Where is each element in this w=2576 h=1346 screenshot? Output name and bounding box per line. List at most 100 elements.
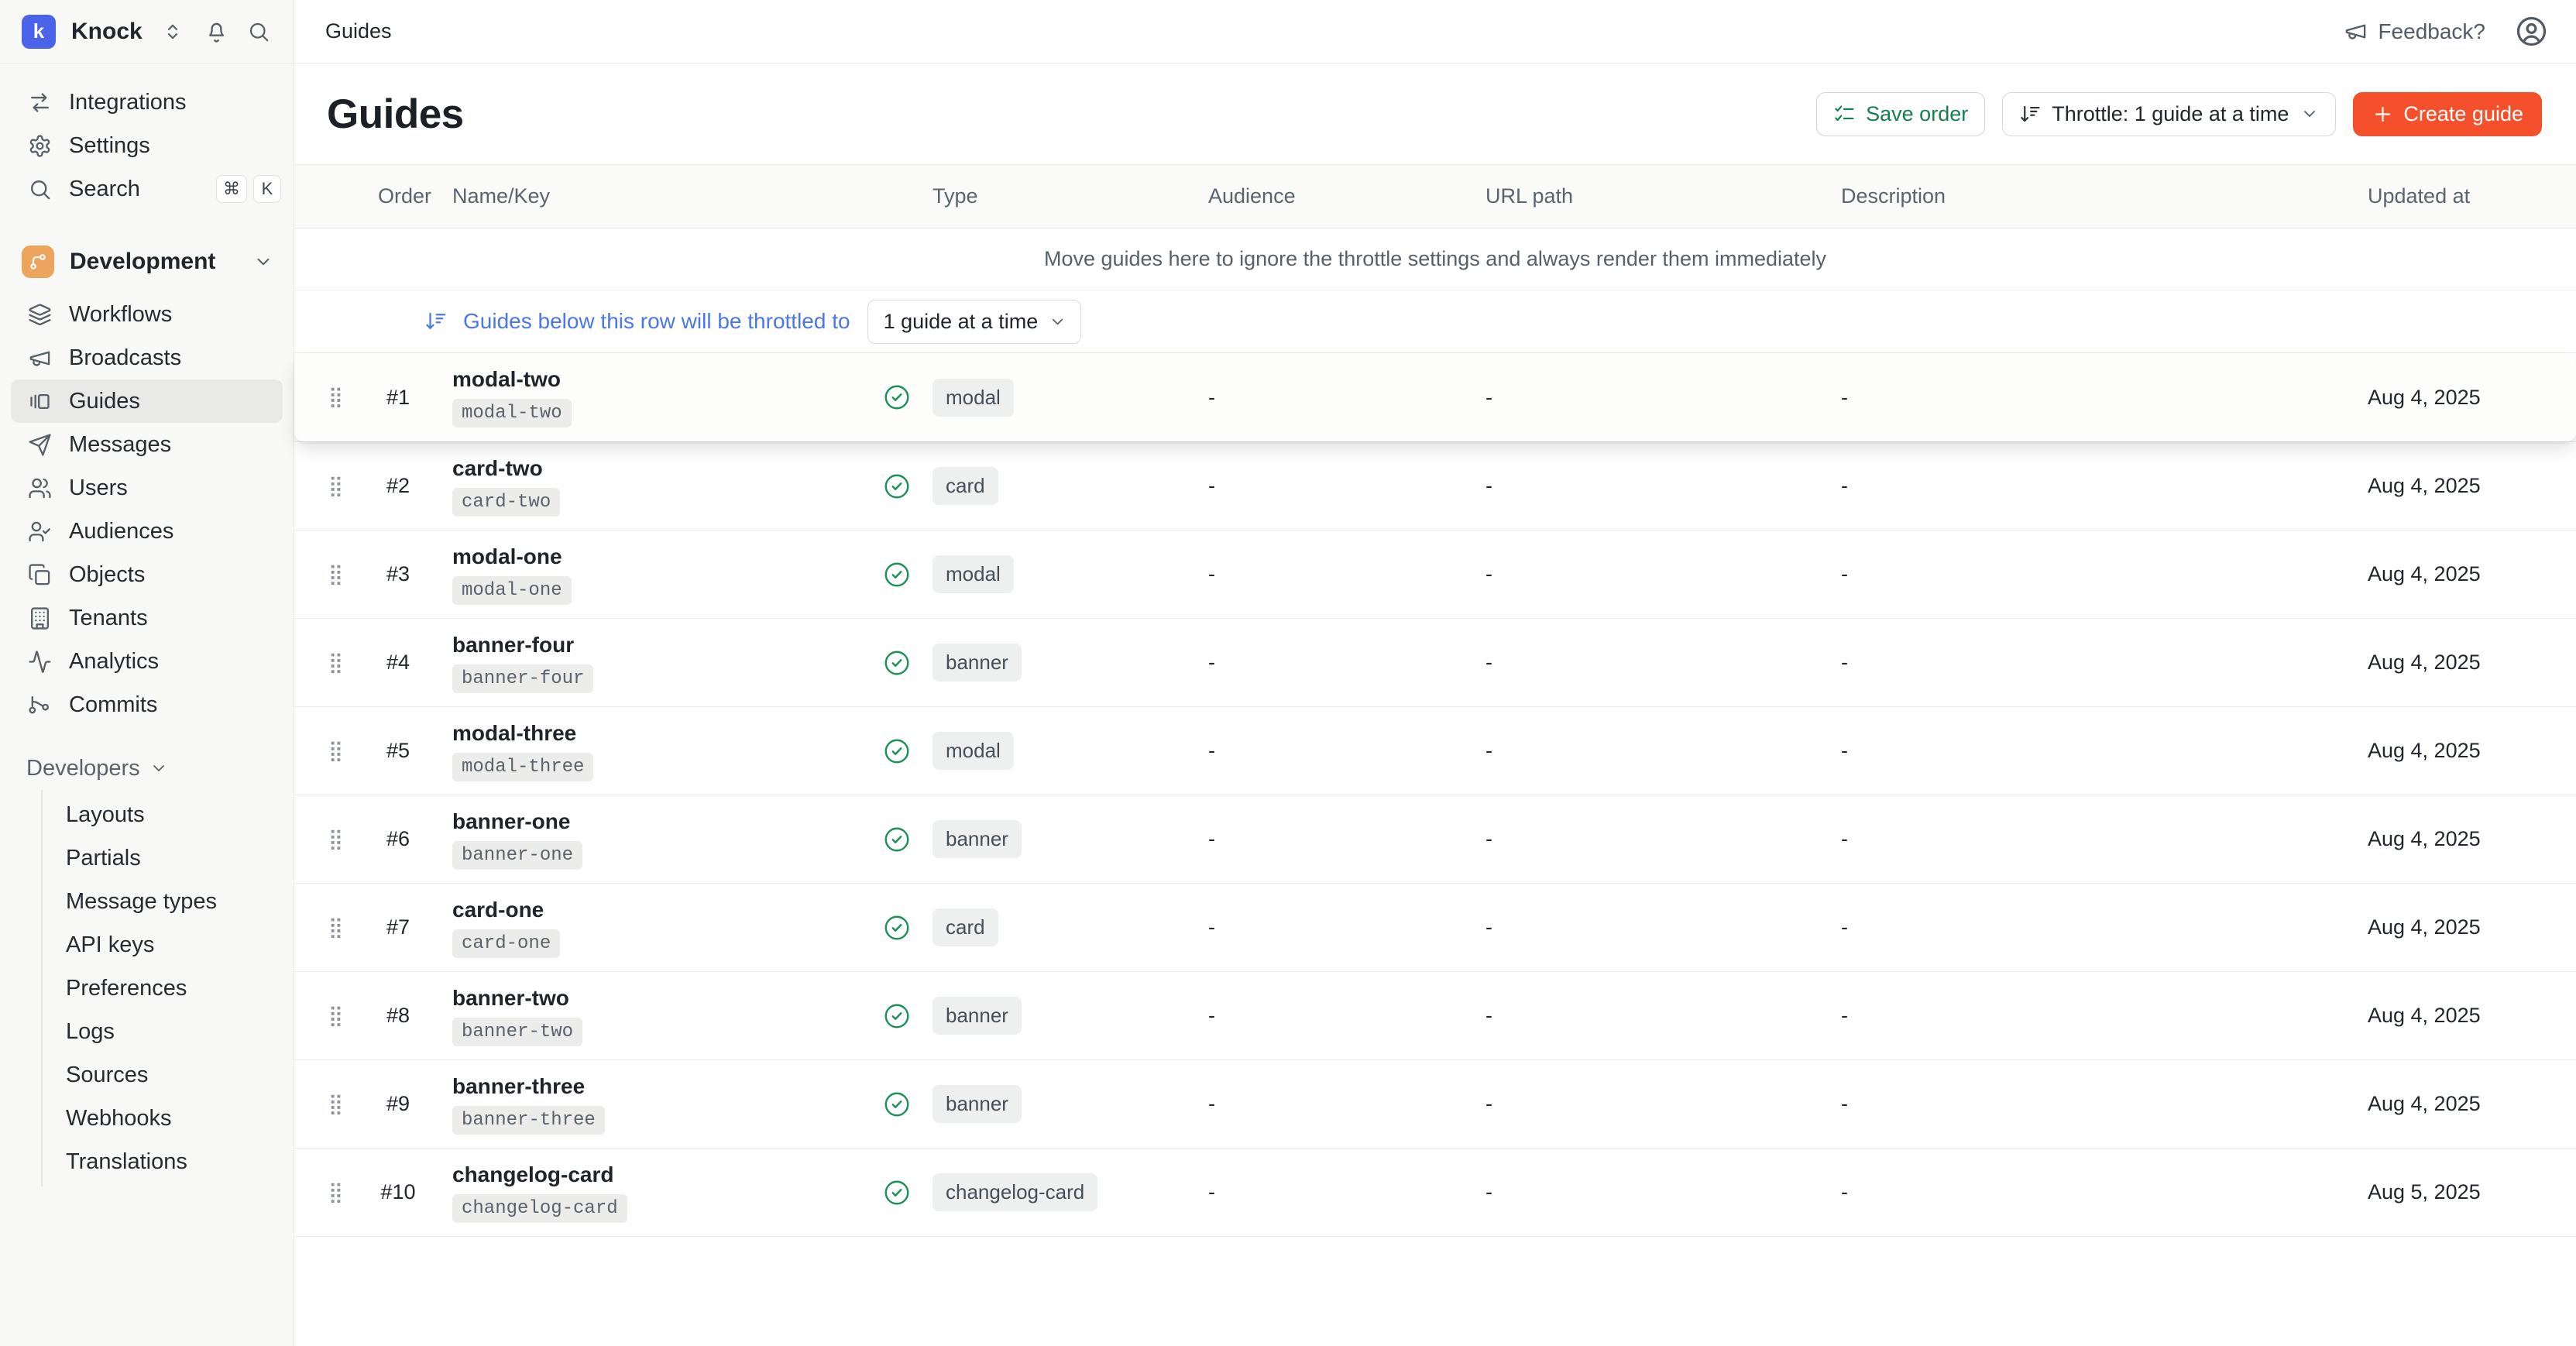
drag-handle-icon[interactable]: ⣿ xyxy=(328,565,352,585)
sidebar-developers-nav: LayoutsPartialsMessage typesAPI keysPref… xyxy=(41,790,294,1186)
drag-handle-icon[interactable]: ⣿ xyxy=(328,1183,352,1203)
shortcut-key: K xyxy=(253,175,281,203)
sidebar-item-translations[interactable]: Translations xyxy=(43,1140,294,1183)
guide-name: modal-three xyxy=(452,721,883,746)
messages-icon xyxy=(28,433,52,457)
table-row[interactable]: ⣿#1modal-twomodal-twomodal---Aug 4, 2025 xyxy=(294,353,2576,441)
guide-name-key-cell: modal-onemodal-one xyxy=(452,544,883,605)
sidebar-item-logs[interactable]: Logs xyxy=(43,1010,294,1053)
sidebar-item-webhooks[interactable]: Webhooks xyxy=(43,1097,294,1140)
page-header: Guides Save order Throttle: 1 guide at a… xyxy=(294,64,2576,164)
drag-handle-icon[interactable]: ⣿ xyxy=(328,741,352,761)
guide-key-badge: card-one xyxy=(452,929,560,958)
drag-handle-icon[interactable]: ⣿ xyxy=(328,476,352,496)
sidebar-item-guides[interactable]: Guides xyxy=(11,379,283,423)
chevron-down-icon xyxy=(2300,105,2319,123)
objects-icon xyxy=(28,563,52,587)
sidebar-item-sources[interactable]: Sources xyxy=(43,1053,294,1097)
breadcrumb: Guides xyxy=(325,19,392,43)
sidebar-item-label: Audiences xyxy=(69,519,173,544)
ignore-throttle-dropzone[interactable]: Move guides here to ignore the throttle … xyxy=(294,228,2576,290)
drag-handle-icon[interactable]: ⣿ xyxy=(328,387,352,407)
drag-handle-icon[interactable]: ⣿ xyxy=(328,653,352,673)
sidebar-item-preferences[interactable]: Preferences xyxy=(43,967,294,1010)
sidebar-item-objects[interactable]: Objects xyxy=(0,553,294,596)
sidebar-item-commits[interactable]: Commits xyxy=(0,683,294,726)
table-body: ⣿#1modal-twomodal-twomodal---Aug 4, 2025… xyxy=(294,353,2576,1237)
notifications-bell-icon[interactable] xyxy=(204,19,228,43)
workspace-switcher[interactable]: k Knock xyxy=(0,0,294,64)
table-row[interactable]: ⣿#10changelog-cardchangelog-cardchangelo… xyxy=(294,1148,2576,1236)
updated-at-value: Aug 4, 2025 xyxy=(2368,1004,2542,1028)
drag-handle-icon[interactable]: ⣿ xyxy=(328,1006,352,1026)
knock-logo: k xyxy=(22,15,56,49)
description-value: - xyxy=(1841,915,2368,939)
table-row[interactable]: ⣿#4banner-fourbanner-fourbanner---Aug 4,… xyxy=(294,618,2576,706)
top-bar: Guides Feedback? xyxy=(294,0,2576,64)
url-path-value: - xyxy=(1485,562,1841,586)
table-row[interactable]: ⣿#8banner-twobanner-twobanner---Aug 4, 2… xyxy=(294,971,2576,1059)
sidebar-item-users[interactable]: Users xyxy=(0,466,294,510)
audience-value: - xyxy=(1208,1092,1485,1116)
throttle-dropdown-button[interactable]: Throttle: 1 guide at a time xyxy=(2002,92,2336,136)
guide-key-badge: banner-two xyxy=(452,1018,582,1046)
create-guide-button[interactable]: Create guide xyxy=(2353,92,2542,136)
throttle-divider-link[interactable]: Guides below this row will be throttled … xyxy=(463,309,850,334)
sidebar-search-icon[interactable] xyxy=(247,20,270,43)
sidebar-item-layouts[interactable]: Layouts xyxy=(43,793,294,836)
sidebar-item-messages[interactable]: Messages xyxy=(0,423,294,466)
sidebar-item-workflows[interactable]: Workflows xyxy=(0,293,294,336)
sidebar-item-search[interactable]: Search⌘K xyxy=(0,167,294,211)
description-value: - xyxy=(1841,827,2368,851)
table-row[interactable]: ⣿#3modal-onemodal-onemodal---Aug 4, 2025 xyxy=(294,530,2576,618)
chevron-down-icon xyxy=(149,759,168,778)
url-path-value: - xyxy=(1485,1004,1841,1028)
save-order-button[interactable]: Save order xyxy=(1816,92,1985,136)
sidebar-item-api-keys[interactable]: API keys xyxy=(43,923,294,967)
url-path-value: - xyxy=(1485,827,1841,851)
drag-handle-icon[interactable]: ⣿ xyxy=(328,829,352,850)
workspace-select-icon[interactable] xyxy=(161,20,184,43)
sidebar-item-broadcasts[interactable]: Broadcasts xyxy=(0,336,294,379)
feedback-button[interactable]: Feedback? xyxy=(2344,19,2485,44)
check-circle-icon xyxy=(883,1090,911,1118)
guide-name: card-one xyxy=(452,898,883,922)
sidebar-item-analytics[interactable]: Analytics xyxy=(0,640,294,683)
sidebar-item-audiences[interactable]: Audiences xyxy=(0,510,294,553)
row-order: #1 xyxy=(378,386,452,410)
sidebar-item-label: Integrations xyxy=(69,90,187,115)
column-header-type: Type xyxy=(883,184,1208,208)
guide-key-badge: changelog-card xyxy=(452,1194,627,1223)
environment-switcher[interactable]: Development xyxy=(0,239,294,285)
guide-name: banner-one xyxy=(452,809,883,834)
sidebar-item-settings[interactable]: Settings xyxy=(0,124,294,167)
drag-handle-icon[interactable]: ⣿ xyxy=(328,918,352,938)
throttle-value-select[interactable]: 1 guide at a time xyxy=(867,300,1082,344)
sidebar-item-tenants[interactable]: Tenants xyxy=(0,596,294,640)
shortcut-key: ⌘ xyxy=(216,175,247,203)
url-path-value: - xyxy=(1485,915,1841,939)
sidebar-item-partials[interactable]: Partials xyxy=(43,836,294,880)
account-menu-icon[interactable] xyxy=(2515,15,2548,48)
guide-key-badge: card-two xyxy=(452,488,560,517)
sidebar-item-message-types[interactable]: Message types xyxy=(43,880,294,923)
guide-type-badge: modal xyxy=(933,555,1014,593)
sidebar-item-integrations[interactable]: Integrations xyxy=(0,81,294,124)
guide-type-badge: modal xyxy=(933,379,1014,417)
guide-key-wrap: banner-four xyxy=(452,658,883,693)
table-row[interactable]: ⣿#5modal-threemodal-threemodal---Aug 4, … xyxy=(294,706,2576,795)
table-row[interactable]: ⣿#9banner-threebanner-threebanner---Aug … xyxy=(294,1059,2576,1148)
description-value: - xyxy=(1841,739,2368,763)
check-circle-icon xyxy=(883,383,911,411)
table-row[interactable]: ⣿#7card-onecard-onecard---Aug 4, 2025 xyxy=(294,883,2576,971)
guide-name-key-cell: banner-threebanner-three xyxy=(452,1074,883,1135)
guide-type-cell: banner xyxy=(883,1085,1208,1123)
table-row[interactable]: ⣿#2card-twocard-twocard---Aug 4, 2025 xyxy=(294,441,2576,530)
developers-section-toggle[interactable]: Developers xyxy=(0,747,294,790)
drag-handle-icon[interactable]: ⣿ xyxy=(328,1094,352,1114)
description-value: - xyxy=(1841,1180,2368,1204)
description-value: - xyxy=(1841,1092,2368,1116)
table-row[interactable]: ⣿#6banner-onebanner-onebanner---Aug 4, 2… xyxy=(294,795,2576,883)
updated-at-value: Aug 4, 2025 xyxy=(2368,739,2542,763)
updated-at-value: Aug 5, 2025 xyxy=(2368,1180,2542,1204)
